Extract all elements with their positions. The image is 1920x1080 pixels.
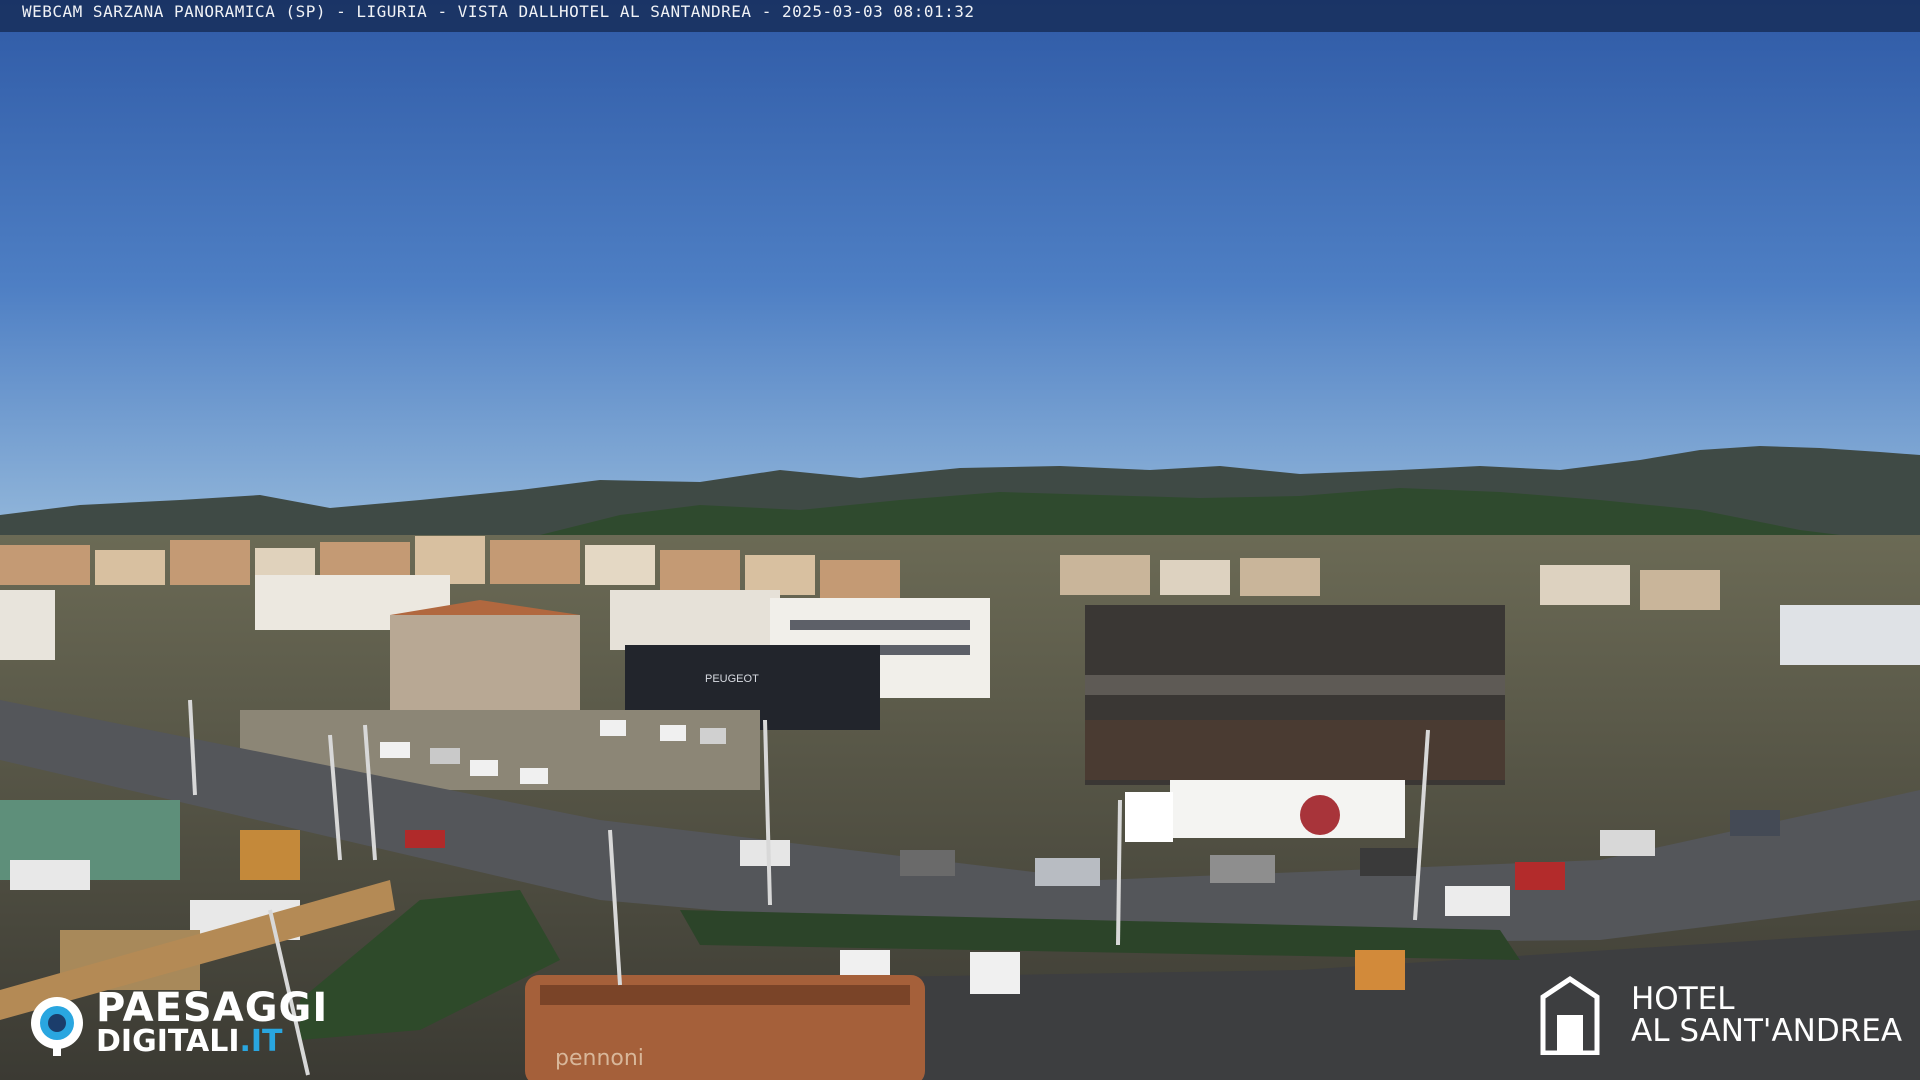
- overlay-title: WEBCAM SARZANA PANORAMICA (SP) - LIGURIA…: [0, 0, 1920, 32]
- office-building: [610, 590, 780, 650]
- logo-line2: DIGITALI: [96, 1024, 240, 1059]
- truck-cab: [1125, 792, 1173, 842]
- logo-domain-suffix: .IT: [239, 1024, 283, 1059]
- blurred-building: [390, 615, 580, 715]
- camera-lens-icon: [31, 997, 83, 1056]
- hotel-logo: HOTEL AL SANT'ANDREA: [1535, 975, 1902, 1055]
- paesaggi-digitali-logo: PAESAGGI DIGITALI.IT: [28, 985, 329, 1060]
- sky: [0, 0, 1920, 520]
- hotel-logo-line2: AL SANT'ANDREA: [1631, 1013, 1903, 1049]
- hotel-logo-line1: HOTEL: [1631, 981, 1735, 1017]
- hotel-building-icon: [1540, 975, 1600, 1055]
- logo-line1: PAESAGGI: [96, 985, 329, 1031]
- webcam-frame: PEUGEOT pennoni WEBCAM SARZANA PANORAMIC…: [0, 0, 1920, 1080]
- bus-label: pennoni: [555, 1046, 644, 1071]
- webcam-scene: PEUGEOT pennoni: [0, 0, 1920, 1080]
- truck-trailer: [1170, 780, 1405, 838]
- dealer-sign: PEUGEOT: [705, 673, 759, 685]
